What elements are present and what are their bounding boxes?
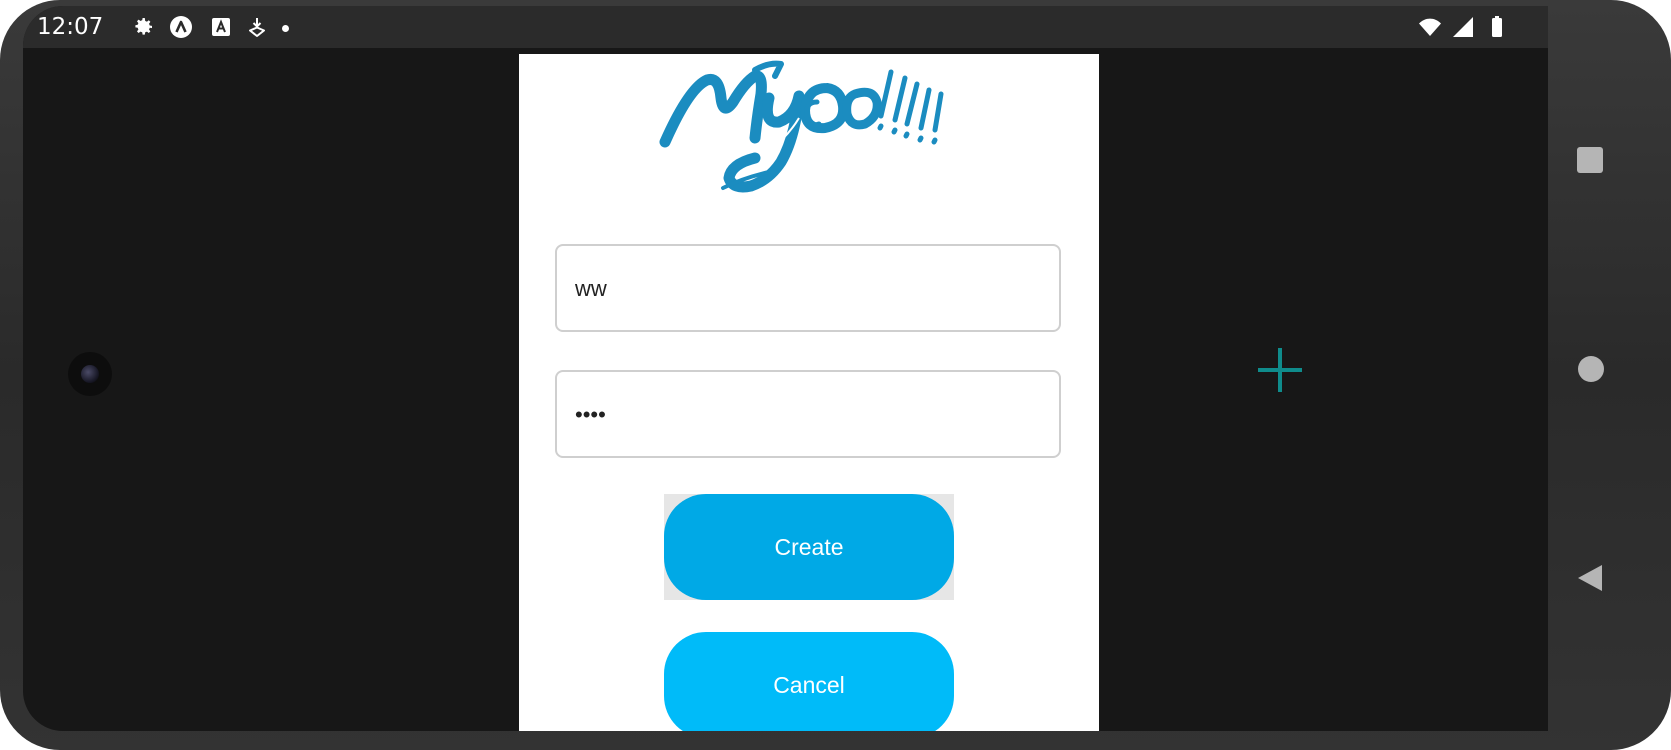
- app-a-icon: [170, 16, 192, 38]
- username-field[interactable]: [555, 244, 1061, 332]
- create-button[interactable]: Create: [664, 494, 954, 600]
- notification-dot-icon: [282, 25, 289, 32]
- gear-icon: [135, 18, 152, 35]
- cancel-button[interactable]: Cancel: [664, 632, 954, 731]
- signup-panel: Create Cancel: [519, 54, 1099, 731]
- status-bar: 12:07: [23, 6, 1548, 48]
- status-time: 12:07: [37, 14, 104, 40]
- recents-square-icon[interactable]: [1577, 147, 1603, 173]
- front-camera: [68, 352, 112, 396]
- text-a-icon: [212, 18, 230, 36]
- camera-lens-icon: [81, 365, 99, 383]
- mygo-logo: [659, 60, 944, 193]
- signal-icon: [1453, 17, 1473, 37]
- wifi-icon: [1419, 18, 1441, 36]
- password-input[interactable]: [573, 372, 1047, 458]
- back-triangle-icon[interactable]: [1576, 563, 1604, 593]
- download-icon: [249, 18, 265, 37]
- username-input[interactable]: [573, 246, 1047, 332]
- battery-icon: [1492, 16, 1502, 37]
- home-circle-icon[interactable]: [1578, 356, 1604, 382]
- password-field[interactable]: [555, 370, 1061, 458]
- plus-icon[interactable]: [1256, 346, 1304, 394]
- device-screen: 12:07 ww Create Cancel: [23, 6, 1548, 731]
